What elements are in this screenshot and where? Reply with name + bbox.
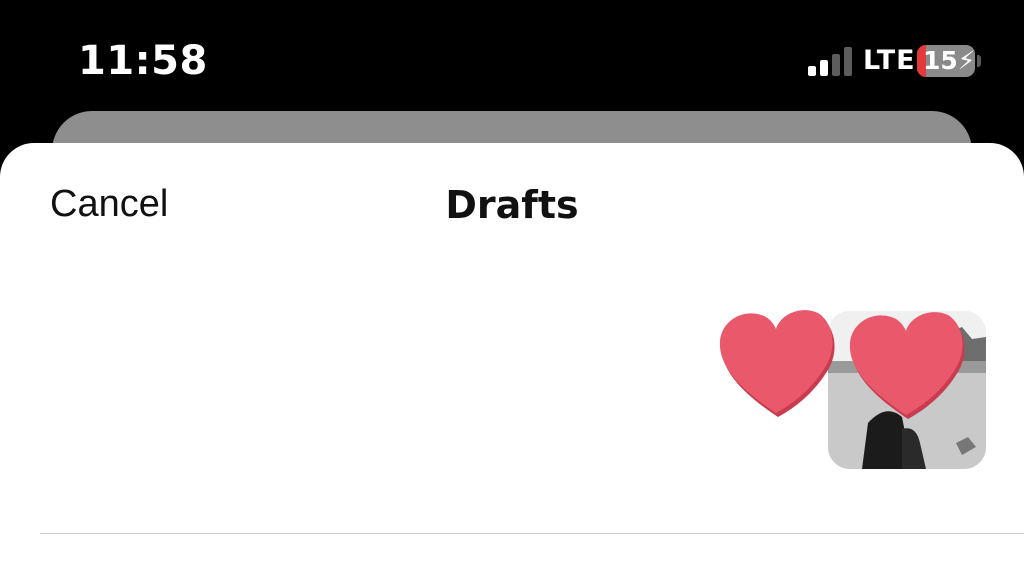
- network-type: LTE: [863, 45, 916, 76]
- status-time: 11:58: [78, 38, 208, 84]
- drafts-sheet: Cancel Drafts: [0, 143, 1024, 573]
- charging-bolt-icon: ⚡: [957, 46, 975, 75]
- battery-level: 15: [923, 46, 958, 75]
- row-divider: [40, 533, 1024, 534]
- cellular-signal-icon: [808, 47, 854, 76]
- page-title: Drafts: [445, 183, 579, 227]
- heart-icon: [719, 310, 835, 417]
- status-bar: 11:58 LTE 15⚡: [0, 0, 1024, 112]
- battery-icon: 15⚡: [917, 45, 975, 77]
- heart-icon: [849, 312, 965, 419]
- battery-nub: [977, 55, 981, 67]
